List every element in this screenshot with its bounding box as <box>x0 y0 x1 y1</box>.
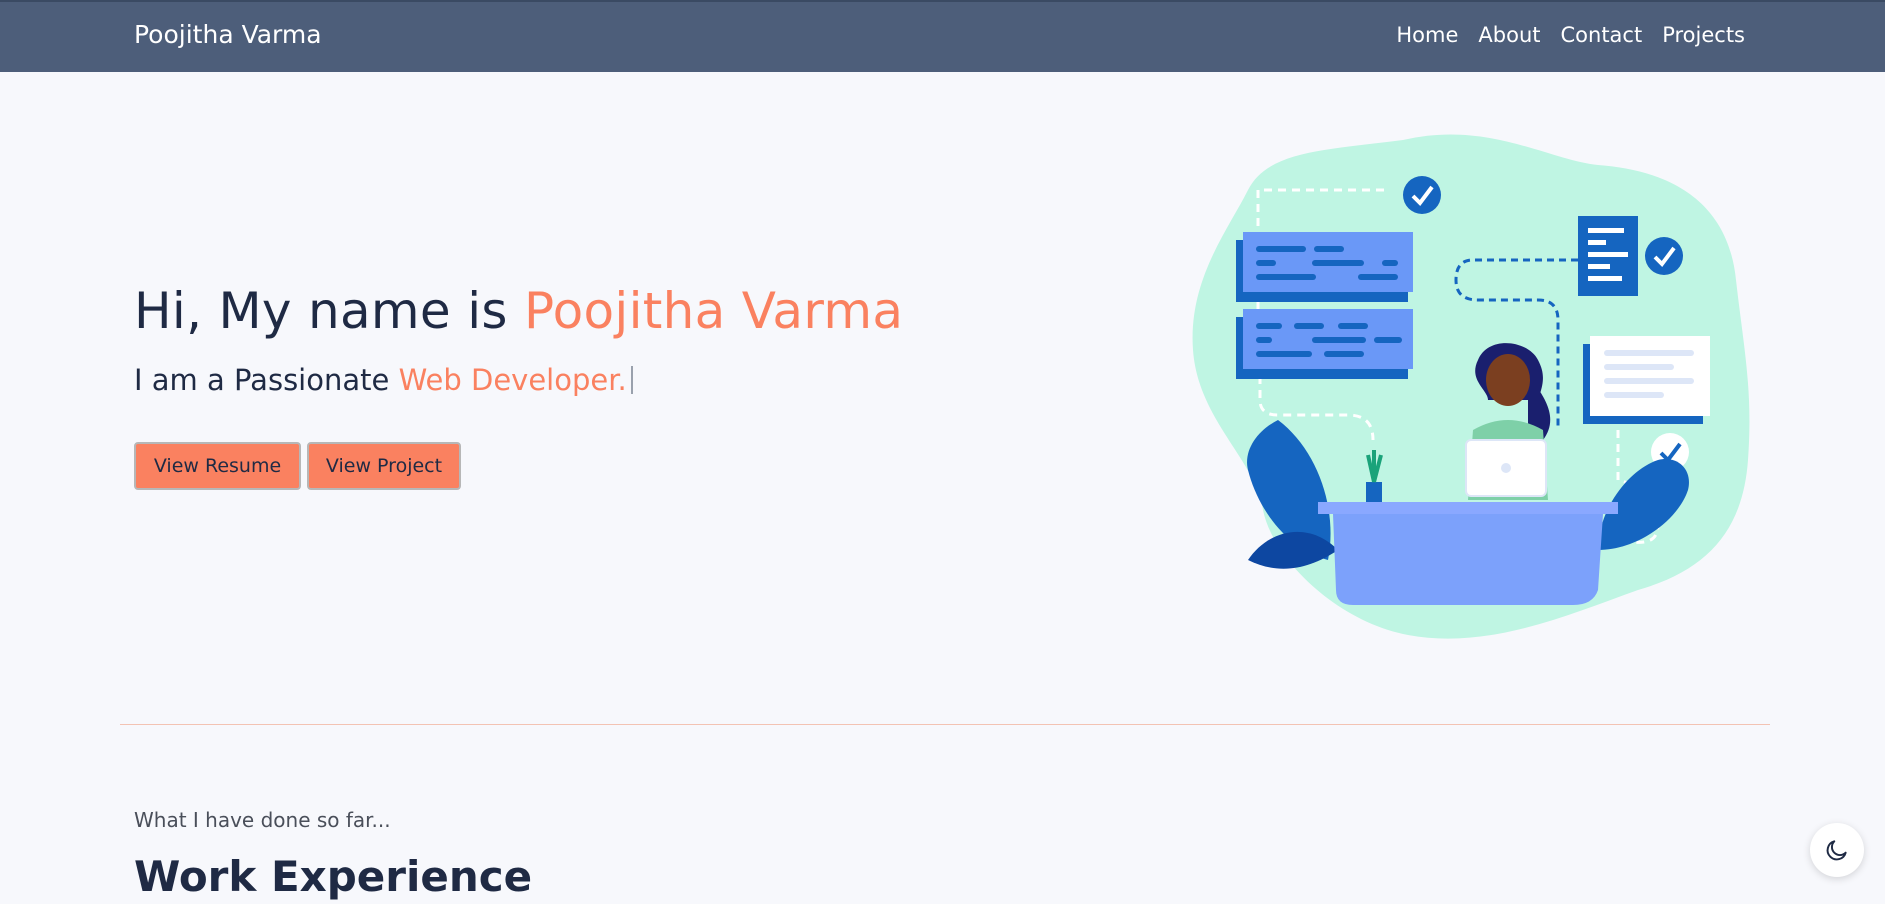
moon-icon <box>1826 840 1847 861</box>
code-line <box>1256 274 1316 280</box>
text-line <box>1604 364 1674 370</box>
nav-home[interactable]: Home <box>1396 23 1458 47</box>
text-line <box>1604 350 1694 356</box>
code-line <box>1324 351 1364 357</box>
document-line <box>1588 276 1622 281</box>
top-navbar: Poojitha Varma Home About Contact Projec… <box>0 0 1885 72</box>
desk-top <box>1318 502 1618 514</box>
code-line <box>1338 323 1368 329</box>
code-line <box>1312 260 1364 266</box>
document-line <box>1588 252 1628 257</box>
code-line <box>1312 337 1366 343</box>
nav-contact[interactable]: Contact <box>1561 23 1643 47</box>
experience-kicker: What I have done so far... <box>134 808 391 832</box>
text-line <box>1604 378 1694 384</box>
code-line <box>1294 323 1324 329</box>
section-divider <box>120 724 1770 725</box>
check-badge-icon <box>1645 237 1683 275</box>
hero-tagline: I am a Passionate Web Developer. <box>134 363 633 397</box>
brand-logo-link[interactable]: Poojitha Varma <box>134 20 322 49</box>
nav-projects[interactable]: Projects <box>1662 23 1745 47</box>
code-line <box>1256 260 1276 266</box>
main-nav: Home About Contact Projects <box>1396 23 1745 47</box>
hero-role: Web Developer. <box>398 363 627 397</box>
plant-pot <box>1366 482 1382 504</box>
document-line <box>1588 240 1606 245</box>
desk-body <box>1333 514 1603 605</box>
code-line <box>1256 323 1282 329</box>
text-card <box>1590 336 1710 416</box>
nav-about[interactable]: About <box>1478 23 1540 47</box>
text-line <box>1604 392 1664 398</box>
hero-tagline-prefix: I am a Passionate <box>134 363 399 397</box>
code-line <box>1382 260 1398 266</box>
code-line <box>1358 274 1398 280</box>
code-line <box>1314 246 1344 252</box>
developer-illustration <box>1192 134 1750 639</box>
view-project-button[interactable]: View Project <box>307 442 461 490</box>
check-badge-icon <box>1403 176 1441 214</box>
code-line <box>1374 337 1402 343</box>
code-line <box>1256 246 1306 252</box>
hero-greeting: Hi, My name is <box>134 282 524 340</box>
hero-name: Poojitha Varma <box>523 282 904 340</box>
code-line <box>1256 351 1312 357</box>
code-line <box>1256 337 1272 343</box>
hero-actions: View Resume View Project <box>134 442 461 490</box>
typing-cursor <box>630 366 633 394</box>
document-line <box>1588 228 1624 233</box>
document-line <box>1588 264 1610 269</box>
view-resume-button[interactable]: View Resume <box>134 442 301 490</box>
laptop-logo <box>1501 463 1511 473</box>
experience-title: Work Experience <box>134 852 533 901</box>
theme-toggle-button[interactable] <box>1810 823 1864 877</box>
hero-heading: Hi, My name is Poojitha Varma <box>134 282 903 340</box>
person-face <box>1486 354 1530 406</box>
